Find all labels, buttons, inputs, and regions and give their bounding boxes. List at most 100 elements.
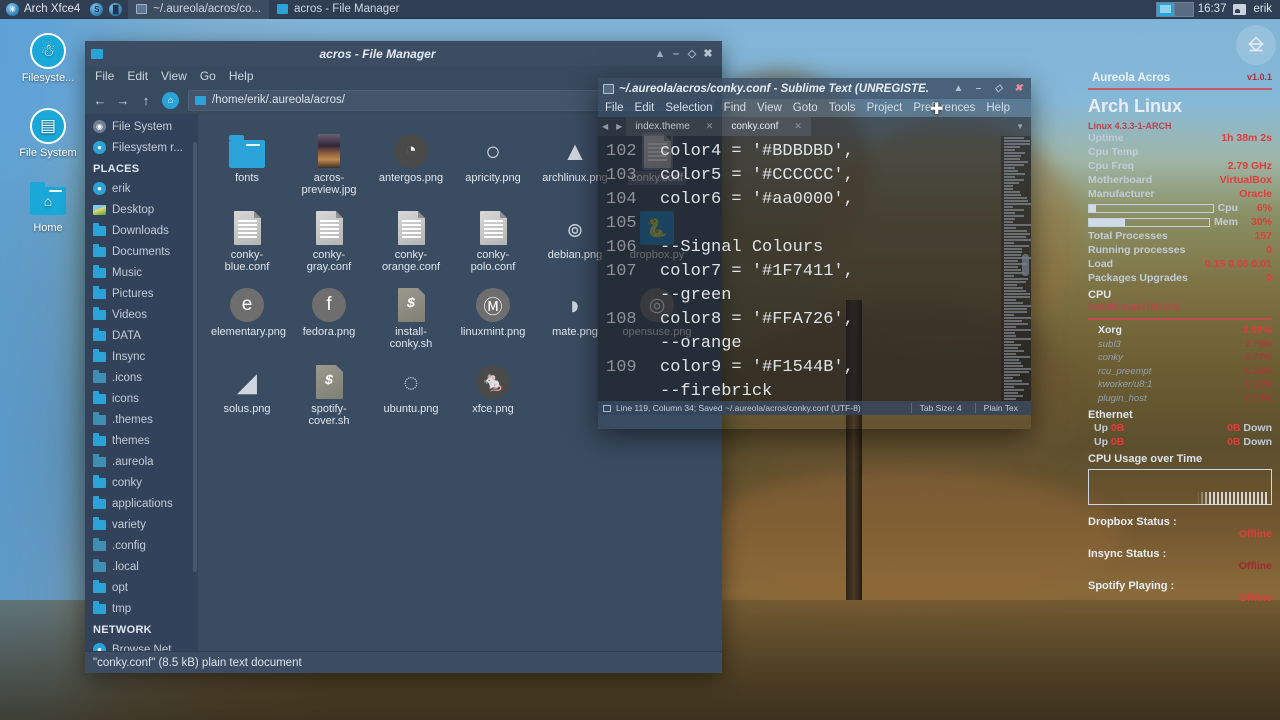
menu-item-file[interactable]: File	[605, 102, 624, 114]
tab-dropdown-icon[interactable]: ▼	[1009, 117, 1031, 136]
file-item[interactable]: e elementary.png	[206, 278, 288, 355]
close-icon[interactable]: ✕	[706, 121, 714, 132]
taskbar[interactable]: ☀ Arch Xfce4 S █ ~/.aureola/acros/co... …	[0, 0, 1280, 19]
home-button[interactable]: ⌂	[162, 92, 179, 109]
shade-button[interactable]: ▲	[951, 83, 966, 94]
sidebar-item-place-pictures[interactable]: Pictures	[85, 283, 198, 304]
sidebar-item-place-icons[interactable]: icons	[85, 388, 198, 409]
menu-item-view[interactable]: View	[161, 69, 187, 83]
sidebar-item-net-browse-net-[interactable]: ● Browse Net...	[85, 639, 198, 651]
file-item[interactable]: f fedora.png	[288, 278, 370, 355]
sidebar-network[interactable]: ● Browse Net...	[85, 639, 198, 651]
sidebar-item-place-music[interactable]: Music	[85, 262, 198, 283]
file-item[interactable]: acros-preview.jpg	[288, 124, 370, 201]
taskbar-item-sublime[interactable]: ~/.aureola/acros/co...	[128, 0, 269, 19]
menu-item-goto[interactable]: Goto	[793, 102, 818, 114]
file-item[interactable]: $ spotify-cover.sh	[288, 355, 370, 432]
file-item[interactable]: ◢ solus.png	[206, 355, 288, 432]
menu-item-file[interactable]: File	[95, 69, 114, 83]
sublime-titlebar[interactable]: ~/.aureola/acros/conky.conf - Sublime Te…	[598, 78, 1031, 99]
sidebar-item-place-insync[interactable]: Insync	[85, 346, 198, 367]
tab-scroll-left-icon[interactable]: ◀	[598, 117, 612, 136]
minimap[interactable]	[1001, 136, 1031, 401]
file-item[interactable]: fonts	[206, 124, 288, 201]
file-item[interactable]: ◔ antergos.png	[370, 124, 452, 201]
file-item[interactable]: conky-orange.conf	[370, 201, 452, 278]
close-button[interactable]: ✖	[1011, 83, 1026, 94]
menu-item-go[interactable]: Go	[200, 69, 216, 83]
syntax-label[interactable]: Plain Tex	[975, 403, 1026, 413]
menu-item-selection[interactable]: Selection	[665, 102, 712, 114]
sidebar-item-place-themes[interactable]: themes	[85, 430, 198, 451]
up-button[interactable]: ↑	[139, 93, 153, 108]
file-item[interactable]: Ⓜlinuxmint.png	[452, 278, 534, 355]
sidebar-item-dev-filesystem-r-[interactable]: ● Filesystem r...	[85, 137, 198, 158]
sidebar-item-place-opt[interactable]: opt	[85, 577, 198, 598]
maximize-button[interactable]: ◇	[684, 46, 700, 62]
file-item[interactable]: conky-blue.conf	[206, 201, 288, 278]
menu-item-help[interactable]: Help	[986, 102, 1010, 114]
minimize-button[interactable]: –	[668, 46, 684, 62]
sidebar-item-place-desktop[interactable]: Desktop	[85, 199, 198, 220]
sidebar-item-place-tmp[interactable]: tmp	[85, 598, 198, 619]
sidebar-item-place--config[interactable]: .config	[85, 535, 198, 556]
settings-icon[interactable]: S	[90, 3, 103, 16]
close-icon[interactable]: ✕	[794, 121, 802, 132]
minimap-thumb[interactable]	[1022, 254, 1029, 276]
desktop-icon-filesystem[interactable]: ☃ Filesyste...	[12, 33, 84, 84]
desktop-icon-home[interactable]: ⌂ Home	[12, 183, 84, 234]
sidebar-item-place-erik[interactable]: ● erik	[85, 178, 198, 199]
file-item[interactable]: 🐁 xfce.png	[452, 355, 534, 432]
sidebar-item-dev-file-system[interactable]: ◉ File System	[85, 116, 198, 137]
file-item[interactable]: $ install-conky.sh	[370, 278, 452, 355]
file-manager-titlebar[interactable]: acros - File Manager ▲ – ◇ ✖	[85, 41, 722, 66]
code-content[interactable]: color4 = '#BDBDBD', color5 = '#CCCCCC', co…	[654, 136, 1001, 401]
shade-button[interactable]: ▲	[652, 46, 668, 62]
close-button[interactable]: ✖	[700, 46, 716, 62]
menu-item-find[interactable]: Find	[724, 102, 746, 114]
file-item[interactable]: conky-polo.conf	[452, 201, 534, 278]
menu-item-edit[interactable]: Edit	[635, 102, 655, 114]
sidebar-item-place-conky[interactable]: conky	[85, 472, 198, 493]
archive-icon[interactable]: █	[109, 3, 122, 16]
editor-tab[interactable]: index.theme ✕	[626, 117, 722, 136]
menu-item-help[interactable]: Help	[229, 69, 254, 83]
sidebar-item-place--icons[interactable]: .icons	[85, 367, 198, 388]
sidebar-item-place--aureola[interactable]: .aureola	[85, 451, 198, 472]
desktop-icon-file-system[interactable]: ▤ File System	[12, 108, 84, 159]
sidebar-item-place--local[interactable]: .local	[85, 556, 198, 577]
file-item[interactable]: ◌ ubuntu.png	[370, 355, 452, 432]
forward-button[interactable]: →	[116, 93, 130, 108]
sublime-text-window[interactable]: ~/.aureola/acros/conky.conf - Sublime Te…	[598, 78, 1031, 429]
application-menu-button[interactable]: ☀ Arch Xfce4	[0, 0, 86, 19]
sublime-menubar[interactable]: File Edit Selection Find View Goto Tools Projec…	[598, 99, 1031, 117]
file-item[interactable]: ○ apricity.png	[452, 124, 534, 201]
editor-tab[interactable]: conky.conf ✕	[722, 117, 811, 136]
file-item[interactable]: conky-gray.conf	[288, 201, 370, 278]
menu-item-tools[interactable]: Tools	[829, 102, 856, 114]
username[interactable]: erik	[1253, 3, 1272, 15]
workspace-switcher[interactable]	[1156, 2, 1194, 17]
file-manager-sidebar[interactable]: ◉ File System ● Filesystem r... PLACES ● eri…	[85, 114, 198, 651]
sidebar-item-place-applications[interactable]: applications	[85, 493, 198, 514]
tab-size-label[interactable]: Tab Size: 4	[911, 403, 970, 413]
sidebar-item-place--themes[interactable]: .themes	[85, 409, 198, 430]
menu-item-view[interactable]: View	[757, 102, 782, 114]
image-viewer-icon[interactable]	[1233, 4, 1246, 15]
sidebar-item-place-data[interactable]: DATA	[85, 325, 198, 346]
sidebar-item-place-downloads[interactable]: Downloads	[85, 220, 198, 241]
minimize-button[interactable]: –	[971, 83, 986, 94]
sidebar-item-place-documents[interactable]: Documents	[85, 241, 198, 262]
menu-item-edit[interactable]: Edit	[127, 69, 148, 83]
sidebar-item-place-videos[interactable]: Videos	[85, 304, 198, 325]
menu-item-preferences[interactable]: Preferences	[913, 102, 975, 114]
menu-item-project[interactable]: Project	[867, 102, 903, 114]
sublime-editor[interactable]: 102 103 104 105 106 107 108 109 color4 = '#BD…	[598, 136, 1031, 401]
sidebar-places[interactable]: ● erik Desktop Downloads Documents Music Pictu…	[85, 178, 198, 619]
maximize-button[interactable]: ◇	[991, 83, 1006, 94]
sidebar-toggle-icon[interactable]	[603, 405, 611, 412]
clock[interactable]: 16:37	[1198, 3, 1227, 15]
sublime-tabbar[interactable]: ◀ ▶ index.theme ✕ conky.conf ✕ ▼	[598, 117, 1031, 136]
sidebar-devices[interactable]: ◉ File System ● Filesystem r...	[85, 116, 198, 158]
tab-scroll-right-icon[interactable]: ▶	[612, 117, 626, 136]
